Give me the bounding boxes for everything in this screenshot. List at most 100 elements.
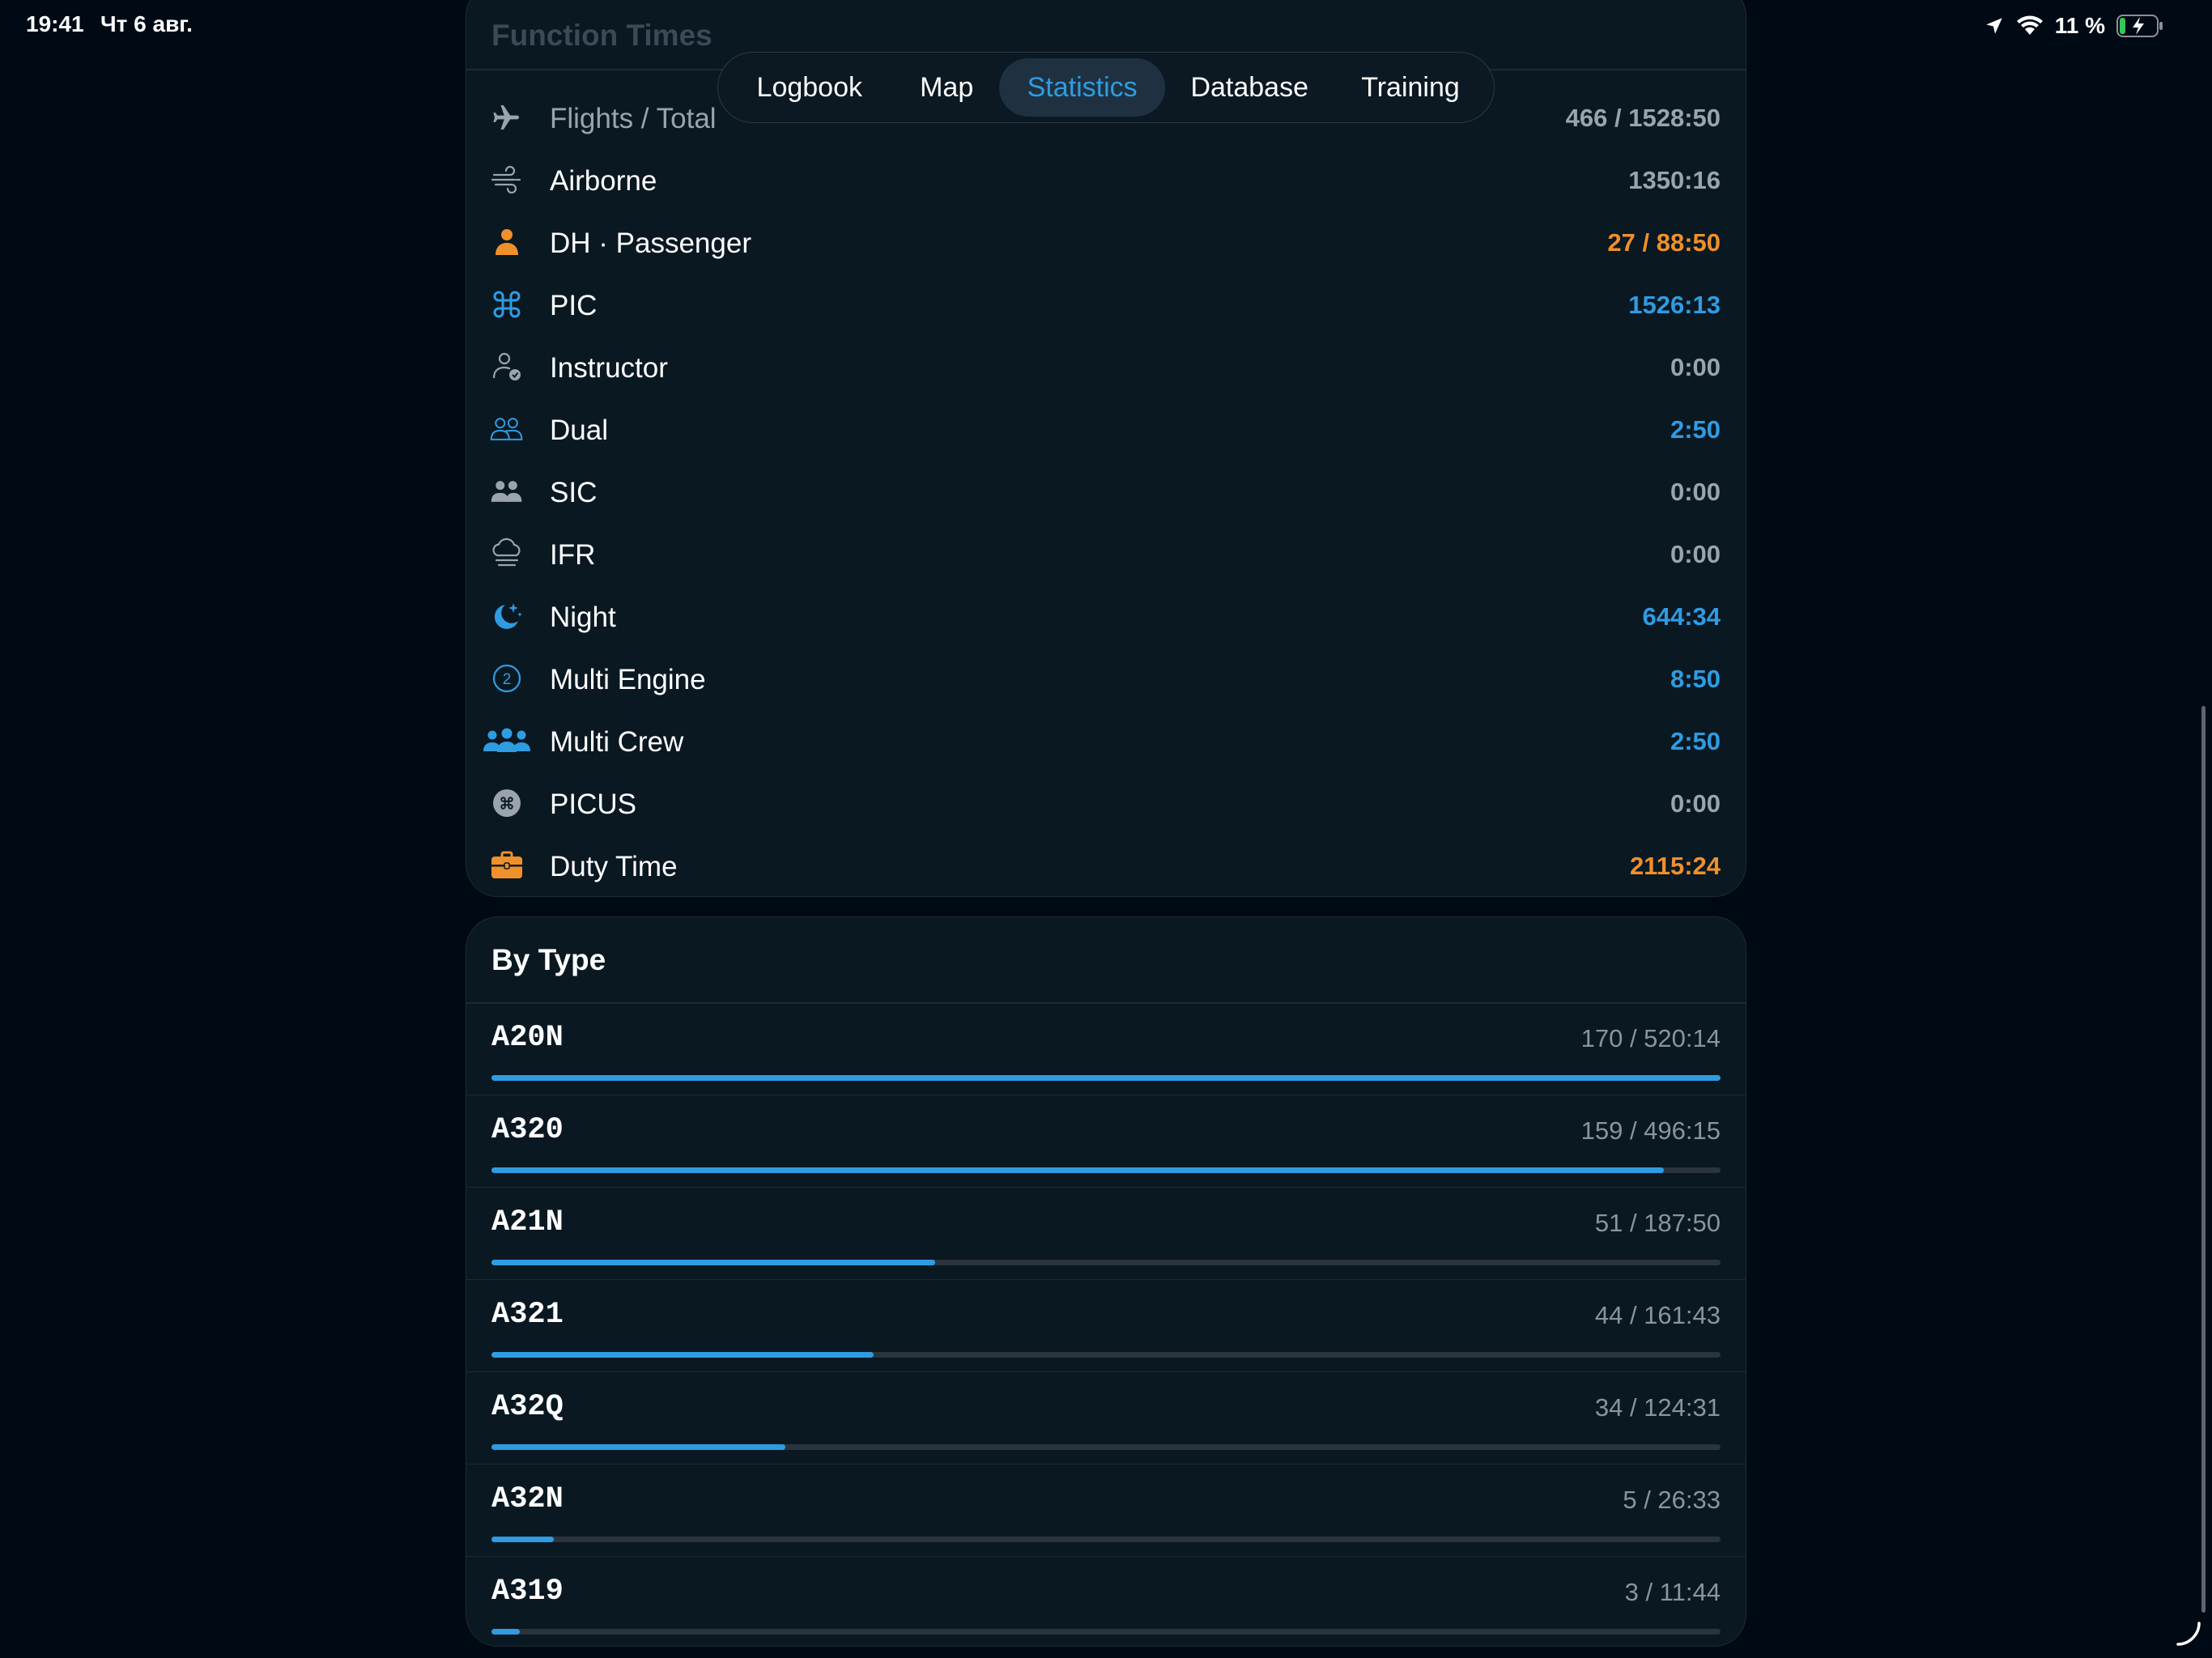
type-progress-track	[491, 1352, 1721, 1358]
briefcase-icon	[489, 849, 525, 882]
fn-label: Flights / Total	[550, 103, 717, 134]
fn-value: 2:50	[1670, 415, 1721, 444]
type-progress-track	[491, 1075, 1721, 1081]
type-name: A32N	[491, 1482, 564, 1516]
type-row-a32q[interactable]: A32Q 34 / 124:31	[466, 1372, 1746, 1465]
fn-row-multi-crew[interactable]: Multi Crew 2:50	[466, 710, 1746, 772]
type-row-a21n[interactable]: A21N 51 / 187:50	[466, 1188, 1746, 1280]
fn-row-ifr[interactable]: IFR 0:00	[466, 523, 1746, 585]
scrollbar[interactable]	[2201, 706, 2206, 1613]
tab-statistics[interactable]: Statistics	[998, 58, 1166, 117]
type-progress-fill	[491, 1075, 1721, 1081]
type-progress-track	[491, 1537, 1721, 1542]
type-value: 51 / 187:50	[1594, 1209, 1721, 1237]
type-row-a320[interactable]: A320 159 / 496:15	[466, 1095, 1746, 1188]
battery-percent: 11 %	[2054, 13, 2105, 38]
fn-row-multi-engine[interactable]: 2 Multi Engine 8:50	[466, 648, 1746, 710]
type-value: 159 / 496:15	[1580, 1116, 1721, 1145]
fn-row-picus[interactable]: PICUS 0:00	[466, 772, 1746, 835]
function-times-card: Function Times Flights / Total 466 / 152…	[466, 0, 1746, 897]
type-progress-track	[491, 1167, 1721, 1173]
fn-label: Dual	[550, 414, 608, 446]
phone-handset-icon[interactable]	[2175, 1620, 2202, 1652]
tab-database[interactable]: Database	[1165, 58, 1334, 117]
type-name: A319	[491, 1575, 564, 1609]
fn-row-dh-passenger[interactable]: DH · Passenger 27 / 88:50	[466, 211, 1746, 274]
fn-row-pic[interactable]: PIC 1526:13	[466, 274, 1746, 336]
tab-training[interactable]: Training	[1334, 58, 1487, 117]
fn-label: DH · Passenger	[550, 227, 751, 259]
three-persons-icon	[483, 725, 531, 757]
type-name: A21N	[491, 1205, 564, 1239]
type-row-a321[interactable]: A321 44 / 161:43	[466, 1280, 1746, 1372]
fn-value: 8:50	[1670, 665, 1721, 693]
type-row-a319[interactable]: A319 3 / 11:44	[466, 1557, 1746, 1649]
type-value: 170 / 520:14	[1580, 1024, 1721, 1052]
cloud-fog-icon	[489, 538, 525, 570]
by-type-card: By Type A20N 170 / 520:14 A320 159 / 496…	[466, 916, 1746, 1647]
fn-label: PIC	[550, 290, 598, 321]
type-progress-fill	[491, 1167, 1665, 1173]
type-progress-fill	[491, 1629, 520, 1635]
circle-two-icon: 2	[489, 662, 525, 695]
svg-text:2: 2	[503, 671, 512, 688]
type-progress-fill	[491, 1260, 935, 1265]
type-value: 34 / 124:31	[1594, 1393, 1721, 1422]
fn-value: 1526:13	[1628, 291, 1721, 319]
fn-value: 27 / 88:50	[1607, 228, 1721, 257]
type-name: A320	[491, 1113, 564, 1147]
status-time: 19:41	[26, 11, 84, 36]
status-date: Чт 6 авг.	[100, 11, 193, 36]
fn-row-sic[interactable]: SIC 0:00	[466, 461, 1746, 523]
tab-map[interactable]: Map	[895, 58, 999, 117]
airplane-icon	[489, 101, 525, 134]
fn-label: IFR	[550, 539, 596, 571]
type-value: 3 / 11:44	[1624, 1578, 1721, 1606]
fn-label: Multi Engine	[550, 664, 706, 695]
wifi-icon	[2016, 15, 2044, 36]
person-badge-icon	[489, 351, 525, 383]
fn-label: Night	[550, 602, 616, 633]
function-times-title: Function Times	[491, 19, 713, 52]
status-indicators: 11 %	[1984, 11, 2163, 40]
wind-icon	[489, 164, 525, 196]
fn-value: 0:00	[1670, 540, 1721, 568]
fn-value: 0:00	[1670, 789, 1721, 818]
fn-label: Airborne	[550, 165, 657, 197]
type-row-a20n[interactable]: A20N 170 / 520:14	[466, 1003, 1746, 1095]
type-name: A20N	[491, 1021, 564, 1055]
moon-stars-icon	[489, 600, 525, 632]
command-circle-icon	[489, 787, 525, 819]
fn-value: 1350:16	[1628, 166, 1721, 194]
fn-label: Duty Time	[550, 851, 678, 882]
tab-bar: Logbook Map Statistics Database Training	[717, 52, 1495, 123]
fn-value: 2:50	[1670, 727, 1721, 755]
fn-label: SIC	[550, 477, 598, 508]
type-row-a32n[interactable]: A32N 5 / 26:33	[466, 1465, 1746, 1557]
two-persons-outline-icon	[489, 413, 525, 445]
fn-value: 2115:24	[1629, 852, 1721, 880]
tab-logbook[interactable]: Logbook	[725, 58, 895, 117]
fn-value: 0:00	[1670, 353, 1721, 381]
type-value: 5 / 26:33	[1623, 1486, 1721, 1514]
fn-row-night[interactable]: Night 644:34	[466, 585, 1746, 648]
two-persons-icon	[489, 475, 525, 508]
fn-label: PICUS	[550, 789, 636, 820]
type-progress-track	[491, 1260, 1721, 1265]
fn-row-dual[interactable]: Dual 2:50	[466, 398, 1746, 461]
person-icon	[489, 226, 525, 258]
fn-value: 644:34	[1642, 602, 1721, 631]
command-icon	[489, 288, 525, 321]
location-arrow-icon	[1984, 15, 2005, 36]
fn-label: Multi Crew	[550, 726, 684, 758]
type-progress-track	[491, 1629, 1721, 1635]
fn-row-instructor[interactable]: Instructor 0:00	[466, 336, 1746, 398]
fn-value: 0:00	[1670, 478, 1721, 506]
battery-charging-icon	[2116, 15, 2163, 37]
fn-row-airborne[interactable]: Airborne 1350:16	[466, 149, 1746, 211]
type-progress-track	[491, 1444, 1721, 1450]
type-progress-fill	[491, 1352, 874, 1358]
fn-row-duty-time[interactable]: Duty Time 2115:24	[466, 835, 1746, 897]
type-name: A321	[491, 1298, 564, 1332]
fn-value: 466 / 1528:50	[1565, 104, 1721, 132]
